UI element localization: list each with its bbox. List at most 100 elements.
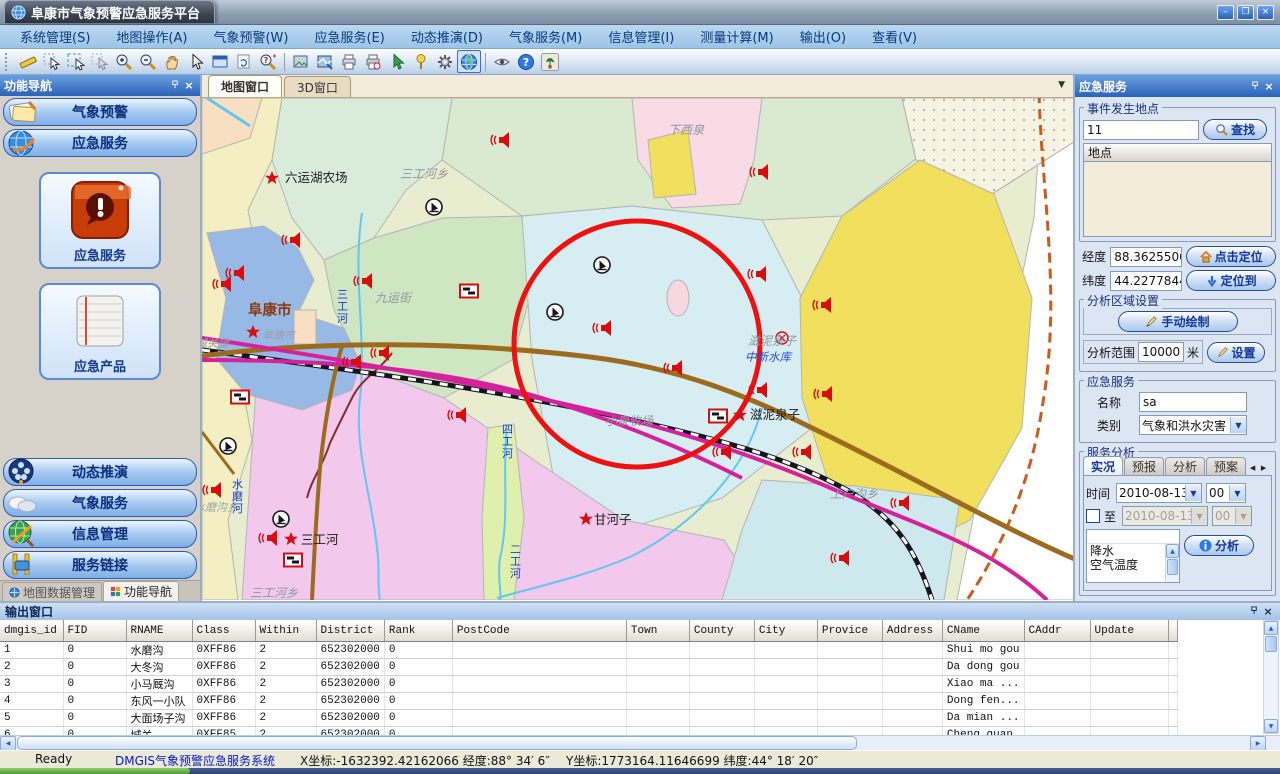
menu-dynamic[interactable]: 动态推演(D) (399, 25, 495, 48)
element-list-scrollbar[interactable]: ▲ (1165, 544, 1179, 582)
pointer-arrow-icon[interactable] (184, 50, 208, 73)
pan-hand-icon[interactable] (160, 50, 184, 73)
tab-3d-window[interactable]: 3D窗口 (284, 76, 351, 97)
service-name-input[interactable]: sa (1139, 392, 1247, 412)
date-to-select[interactable]: 2010-08-13 ▼ (1122, 506, 1208, 526)
scroll-down-icon[interactable]: ▼ (1264, 719, 1278, 733)
print-icon[interactable] (337, 50, 361, 73)
analyze-button[interactable]: 分析 (1184, 535, 1254, 556)
zoom-in-icon[interactable] (112, 50, 136, 73)
menu-map-ops[interactable]: 地图操作(A) (104, 25, 199, 48)
nav-emergency-service[interactable]: 应急服务 (3, 129, 197, 157)
column-header-District[interactable]: District (316, 620, 384, 642)
tab-forecast[interactable]: 预报 (1124, 457, 1164, 475)
pin-icon[interactable] (1247, 605, 1261, 618)
menu-system[interactable]: 系统管理(S) (8, 25, 102, 48)
globe-3d-icon[interactable] (457, 50, 481, 73)
hour-to-select[interactable]: 00 ▼ (1212, 506, 1252, 526)
print-preview-icon[interactable] (361, 50, 385, 73)
zoom-out-icon[interactable] (136, 50, 160, 73)
to-checkbox[interactable] (1086, 509, 1100, 523)
set-range-button[interactable]: 设置 (1207, 342, 1265, 363)
select-cursor-icon[interactable] (40, 50, 64, 73)
nav-dynamic-deduction[interactable]: 动态推演 (3, 458, 197, 486)
output-vertical-scrollbar[interactable]: ▲ ▼ (1263, 620, 1279, 734)
column-header-Rank[interactable]: Rank (384, 620, 452, 642)
table-row[interactable]: 10水磨沟0XFF8626523020000Shui mo gou (0, 642, 1177, 659)
dropdown-icon[interactable]: ▼ (1229, 485, 1245, 501)
tree-view-icon[interactable] (538, 50, 562, 73)
tab-scroll-right-icon[interactable]: ▶ (1258, 461, 1269, 475)
search-button[interactable]: 查找 (1203, 119, 1267, 140)
locate-to-button[interactable]: 定位到 (1186, 270, 1276, 291)
element-list[interactable]: 降水 空气温度 ▲ (1086, 529, 1180, 583)
location-search-input[interactable]: 11 (1083, 120, 1199, 140)
refresh-view-icon[interactable] (232, 50, 256, 73)
menu-weather-warning[interactable]: 气象预警(W) (201, 25, 300, 48)
zoom-query-icon[interactable]: ? (256, 50, 280, 73)
scroll-up-icon[interactable]: ▲ (1264, 621, 1278, 635)
column-header-Class[interactable]: Class (192, 620, 255, 642)
emergency-service-button[interactable]: 应急服务 (39, 172, 161, 269)
column-header-Provice[interactable]: Provice (817, 620, 882, 642)
marker-pin-icon[interactable] (409, 50, 433, 73)
longitude-input[interactable]: 88.36255063 (1110, 247, 1182, 267)
export-image-icon[interactable] (289, 50, 313, 73)
click-locate-button[interactable]: 点击定位 (1186, 246, 1276, 267)
green-pointer-icon[interactable] (385, 50, 409, 73)
select-box-cursor-icon[interactable] (64, 50, 88, 73)
pin-icon[interactable] (1248, 80, 1262, 93)
analysis-range-input[interactable]: 10000 (1138, 342, 1184, 362)
close-button[interactable]: × (1257, 5, 1274, 20)
scroll-right-icon[interactable]: ▶ (1250, 736, 1266, 751)
scroll-left-icon[interactable]: ◀ (0, 736, 16, 751)
export-map-icon[interactable] (313, 50, 337, 73)
settings-gear-icon[interactable] (433, 50, 457, 73)
place-list[interactable] (1083, 161, 1272, 237)
service-type-select[interactable]: 气象和洪水灾害 ▼ (1139, 415, 1247, 435)
measure-ruler-icon[interactable] (16, 50, 40, 73)
column-header-County[interactable]: County (689, 620, 754, 642)
menu-emergency[interactable]: 应急服务(E) (302, 25, 396, 48)
column-header-PostCode[interactable]: PostCode (452, 620, 626, 642)
help-icon[interactable]: ? (514, 50, 538, 73)
dropdown-icon[interactable]: ▼ (1185, 485, 1201, 501)
scroll-up-icon[interactable]: ▲ (1166, 544, 1179, 558)
minimize-button[interactable]: – (1217, 5, 1234, 20)
deselect-cursor-icon[interactable] (88, 50, 112, 73)
nav-weather-warning[interactable]: 气象预警 (3, 98, 197, 126)
menu-info[interactable]: 信息管理(I) (596, 25, 686, 48)
table-row[interactable]: 30小马厩沟0XFF8626523020000Xiao ma ... (0, 676, 1177, 693)
column-header-FID[interactable]: FID (63, 620, 126, 642)
column-header-Town[interactable]: Town (626, 620, 689, 642)
scroll-thumb[interactable] (1167, 559, 1178, 575)
close-panel-icon[interactable]: × (1262, 80, 1276, 93)
full-extent-icon[interactable] (208, 50, 232, 73)
tab-map-data-management[interactable]: 地图数据管理 (2, 582, 102, 601)
visibility-eye-icon[interactable] (490, 50, 514, 73)
column-header-CName[interactable]: CName (942, 620, 1024, 642)
nav-service-links[interactable]: 服务链接 (3, 551, 197, 579)
tab-live[interactable]: 实况 (1083, 456, 1123, 475)
column-header-RNAME[interactable]: RNAME (126, 620, 192, 642)
menu-output[interactable]: 输出(O) (788, 25, 858, 48)
close-panel-icon[interactable]: × (1261, 605, 1275, 618)
scroll-thumb[interactable] (1265, 636, 1277, 652)
manual-draw-button[interactable]: 手动绘制 (1118, 311, 1238, 332)
pin-icon[interactable] (168, 79, 182, 92)
date-from-select[interactable]: 2010-08-13 ▼ (1116, 483, 1202, 503)
tab-list-dropdown-icon[interactable]: ▼ (1058, 80, 1065, 90)
tab-map-window[interactable]: 地图窗口 (208, 75, 282, 97)
maximize-button[interactable]: ❐ (1237, 5, 1254, 20)
column-header-CAddr[interactable]: CAddr (1024, 620, 1090, 642)
column-header-Update[interactable]: Update (1090, 620, 1168, 642)
column-header-Within[interactable]: Within (255, 620, 316, 642)
column-header-Address[interactable]: Address (882, 620, 942, 642)
close-panel-icon[interactable]: × (182, 79, 196, 92)
menu-view[interactable]: 查看(V) (860, 25, 929, 48)
latitude-input[interactable]: 44.22778446 (1110, 271, 1182, 291)
column-header-City[interactable]: City (754, 620, 817, 642)
column-header-dmgis_id[interactable]: dmgis_id (0, 620, 63, 642)
menu-measure[interactable]: 测量计算(M) (688, 25, 785, 48)
table-row[interactable]: 40东风一小队0XFF8626523020000Dong fen... (0, 693, 1177, 710)
